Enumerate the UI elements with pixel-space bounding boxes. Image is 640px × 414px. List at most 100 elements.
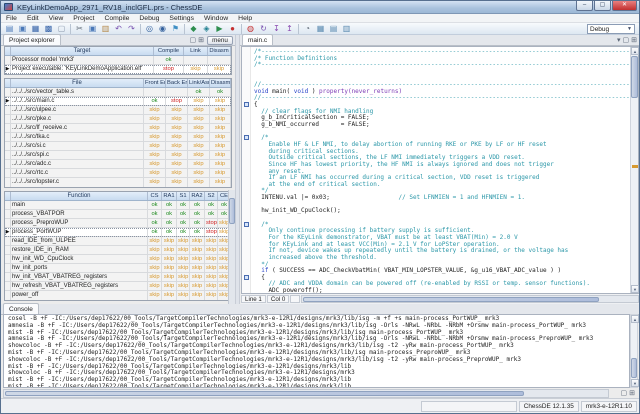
status-progress-segment <box>421 401 517 412</box>
bookmark-icon[interactable]: ⚑ <box>170 23 181 34</box>
target-row[interactable]: ▶Project executable: 'KEyLinkDemoApplica… <box>5 65 231 74</box>
maximize-button[interactable]: ▢ <box>594 1 611 11</box>
file-row[interactable]: ../../../src/rtc.cskipskipskipskip <box>5 169 231 178</box>
file-row[interactable]: ../../../src/tka.cskipskipskipskip <box>5 133 231 142</box>
function-row[interactable]: process_PreproWUPokokokokstopskip <box>5 219 231 228</box>
console-horizontal-scrollbar[interactable] <box>3 389 609 398</box>
function-row[interactable]: restore_IDE_in_RAMskipskipskipskipskipsk… <box>5 246 231 255</box>
editor-status-bar: Line 1 Col 0 <box>241 294 639 304</box>
menu-item-help[interactable]: Help <box>233 14 257 23</box>
file-row[interactable]: ../../../src/lf_receive.cskipskipskipski… <box>5 124 231 133</box>
step-out-icon[interactable]: ↥ <box>284 23 295 34</box>
tab-project-explorer[interactable]: Project explorer <box>3 34 61 45</box>
file-row[interactable]: ../../../src/si.cskipskipskipskip <box>5 142 231 151</box>
function-row[interactable]: hw_init_VBAT_VBATREG_registersskipskipsk… <box>5 273 231 282</box>
find-icon[interactable]: ◎ <box>144 23 155 34</box>
file-row[interactable]: ../../../src/adc.cskipskipskipskip <box>5 160 231 169</box>
registers-view-icon[interactable]: ▤ <box>328 23 339 34</box>
editor-horizontal-scrollbar[interactable] <box>301 295 639 303</box>
profile-view-icon[interactable]: ▥ <box>341 23 352 34</box>
collapse-pane-icon[interactable]: ▾ <box>617 36 621 45</box>
new-file-icon[interactable]: ▤ <box>4 23 15 34</box>
function-row[interactable]: hw_init_portsskipskipskipskipskipskip <box>5 264 231 273</box>
menu-item-view[interactable]: View <box>44 14 69 23</box>
function-row[interactable]: process_VBATPORokokokokokok <box>5 210 231 219</box>
scroll-down-icon[interactable]: ▼ <box>631 285 639 293</box>
menu-item-project[interactable]: Project <box>68 14 99 23</box>
step-into-icon[interactable]: ↧ <box>271 23 282 34</box>
compile-icon[interactable]: ◆ <box>188 23 199 34</box>
status-cell: ok <box>154 56 184 64</box>
menu-item-window[interactable]: Window <box>199 14 233 23</box>
float-pane-icon[interactable]: ▢ <box>623 36 630 45</box>
copy-icon[interactable]: ▣ <box>87 23 98 34</box>
stop-build-icon[interactable]: ● <box>227 23 238 34</box>
scroll-up-icon[interactable]: ▲ <box>631 47 639 55</box>
file-row[interactable]: ../../../src/pke.cskipskipskipskip <box>5 115 231 124</box>
paste-icon[interactable]: ▥ <box>100 23 111 34</box>
close-button[interactable]: ✕ <box>612 1 637 11</box>
menu-item-compile[interactable]: Compile <box>99 14 134 23</box>
configuration-select[interactable]: Debug ▼ <box>587 24 635 34</box>
file-row[interactable]: ../../../src/ulpee.cskipskipskipskip <box>5 106 231 115</box>
fold-marker-icon[interactable] <box>244 275 249 280</box>
status-cell: skip <box>210 97 231 105</box>
maximize-pane-icon[interactable]: ⊞ <box>631 36 637 45</box>
explorer-menu-button[interactable]: menu <box>207 36 233 45</box>
function-row[interactable]: mainokokokokokok <box>5 201 231 210</box>
function-row[interactable]: hw_init_WD_CpuClockskipskipskipskipskips… <box>5 255 231 264</box>
close-file-icon[interactable]: ▢ <box>56 23 67 34</box>
file-row[interactable]: ../../../src/spi.cskipskipskipskip <box>5 151 231 160</box>
code-text-area[interactable]: /*--------------------------------------… <box>251 47 630 293</box>
scroll-up-icon[interactable]: ▲ <box>631 315 639 323</box>
console-vertical-scrollbar[interactable]: ▲ ▼ <box>630 314 638 388</box>
open-project-icon[interactable]: ▣ <box>17 23 28 34</box>
build-icon[interactable]: ◈ <box>201 23 212 34</box>
cut-icon[interactable]: ✂ <box>74 23 85 34</box>
file-row[interactable]: ../../../src/vector_table.sokok <box>5 88 231 97</box>
find-next-icon[interactable]: ◉ <box>157 23 168 34</box>
function-row[interactable]: hw_refresh_VBAT_VBATREG_registersskipski… <box>5 282 231 291</box>
console-output[interactable]: cosel -B +F -IC:/Users/dep17622/00_Tools… <box>3 314 630 388</box>
file-row[interactable]: ▶../../../src/main.cokstopskipskip <box>5 97 231 106</box>
run-icon[interactable]: ▶ <box>214 23 225 34</box>
maximize-pane-icon[interactable]: ⊞ <box>198 36 204 45</box>
function-row[interactable]: power_offskipskipskipskipskipskip <box>5 291 231 300</box>
target-row[interactable]: Processor model 'mrk3'ok <box>5 56 231 65</box>
function-row[interactable]: read_IDE_from_ULPEEskipskipskipskipskips… <box>5 237 231 246</box>
redo-icon[interactable]: ↷ <box>126 23 137 34</box>
function-table-scrollbar[interactable] <box>228 190 235 304</box>
scroll-down-icon[interactable]: ▼ <box>631 379 639 387</box>
undo-icon[interactable]: ↶ <box>113 23 124 34</box>
menu-item-settings[interactable]: Settings <box>164 14 199 23</box>
restart-icon[interactable]: ↻ <box>258 23 269 34</box>
menu-item-edit[interactable]: Edit <box>22 14 44 23</box>
memory-view-icon[interactable]: ▦ <box>315 23 326 34</box>
code-line: Since HF has lowest priority, the HF NMI… <box>254 162 630 169</box>
status-cell: ok <box>190 219 205 227</box>
watch-icon[interactable]: ◔ <box>302 23 313 34</box>
save-all-icon[interactable]: ▩ <box>43 23 54 34</box>
minimize-button[interactable]: – <box>576 1 593 11</box>
save-icon[interactable]: ▦ <box>30 23 41 34</box>
menu-item-debug[interactable]: Debug <box>134 14 164 23</box>
editor-vertical-scrollbar[interactable]: ▲ ▼ <box>630 47 638 293</box>
menu-item-file[interactable]: File <box>1 14 22 23</box>
chevron-down-icon: ▼ <box>627 26 632 32</box>
editor-gutter[interactable] <box>242 47 251 293</box>
status-cell: ok <box>162 201 177 209</box>
status-cell: skip <box>190 291 205 300</box>
float-pane-icon[interactable]: ▢ <box>621 389 628 398</box>
function-row[interactable]: ▶process_PortWUPokokokokstopskip <box>5 228 231 237</box>
maximize-pane-icon[interactable]: ⊞ <box>629 389 635 398</box>
debug-icon[interactable]: ◍ <box>245 23 256 34</box>
fold-marker-icon[interactable] <box>244 222 249 227</box>
tab-main-c[interactable]: main.c <box>242 34 273 45</box>
file-row[interactable]: ../../../src/lopster.cskipskipskipskip <box>5 178 231 187</box>
tab-console[interactable]: Console <box>3 303 39 314</box>
fold-marker-icon[interactable] <box>244 102 249 107</box>
status-cell: ok <box>190 210 205 218</box>
status-cell: ok <box>177 201 190 209</box>
fold-marker-icon[interactable] <box>244 135 249 140</box>
float-pane-icon[interactable]: ▢ <box>190 36 197 45</box>
